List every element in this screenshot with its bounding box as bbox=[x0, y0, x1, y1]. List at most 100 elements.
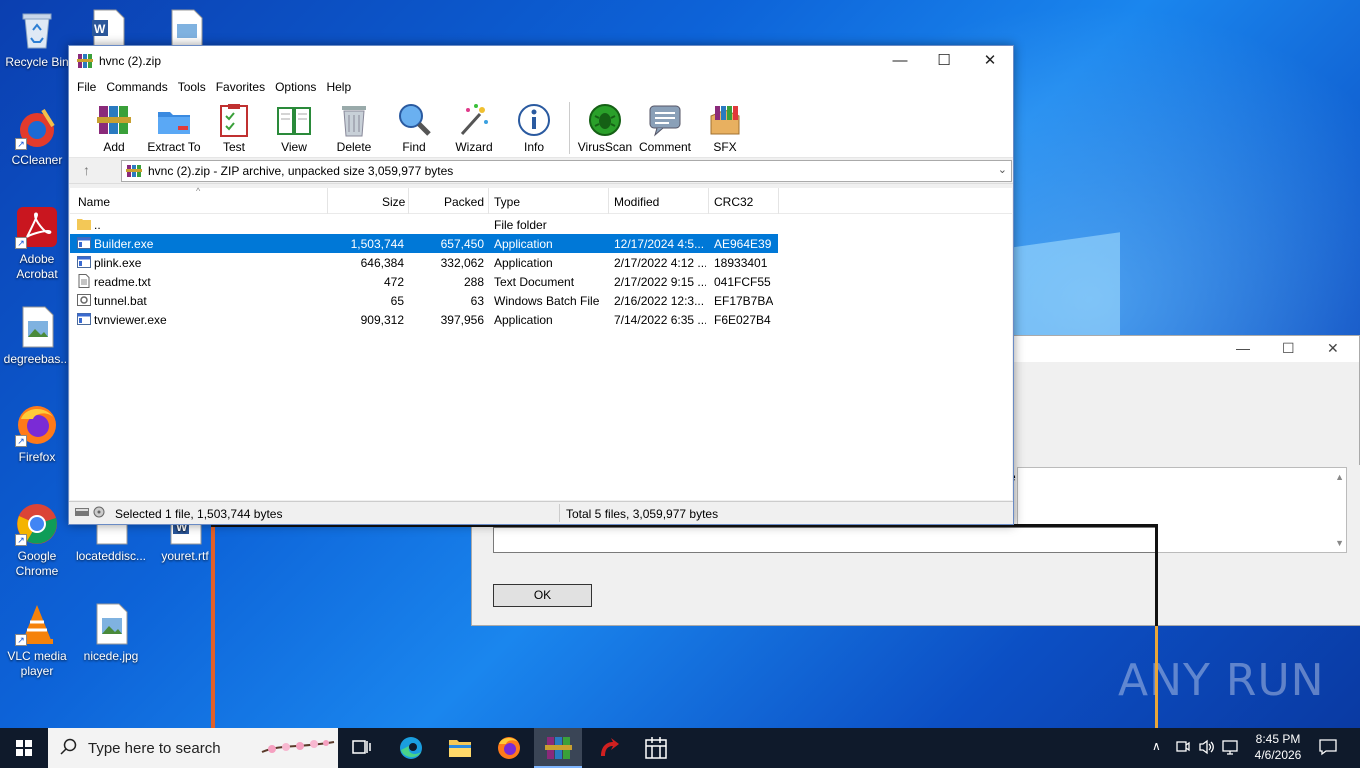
desktop-icon-ccleaner[interactable]: ↗ CCleaner bbox=[0, 106, 74, 168]
tool-label: Find bbox=[402, 140, 426, 154]
desktop-icon-label: Google Chrome bbox=[15, 549, 59, 578]
sfx-icon bbox=[707, 102, 743, 138]
column-modified[interactable]: Modified bbox=[614, 195, 659, 209]
word-document-icon[interactable]: W bbox=[90, 8, 130, 47]
ok-button[interactable]: OK bbox=[493, 584, 592, 607]
desktop-icon-adobe-acrobat[interactable]: ↗ Adobe Acrobat bbox=[0, 205, 74, 282]
dialog-input[interactable] bbox=[493, 527, 1157, 553]
menu-favorites[interactable]: Favorites bbox=[216, 76, 273, 98]
desktop-icon-label: degreebas... bbox=[3, 352, 71, 366]
file-modified: 2/17/2022 9:15 ... bbox=[614, 275, 706, 289]
close-icon[interactable]: ✕ bbox=[1327, 340, 1339, 357]
path-field[interactable]: hvnc (2).zip - ZIP archive, unpacked siz… bbox=[121, 160, 1012, 182]
taskbar-app-red[interactable] bbox=[583, 728, 631, 768]
column-divider[interactable] bbox=[488, 188, 489, 214]
scroll-up-icon[interactable]: ▲ bbox=[1335, 472, 1344, 482]
file-name: Builder.exe bbox=[94, 237, 154, 251]
maximize-icon[interactable]: ☐ bbox=[1282, 340, 1295, 357]
minimize-button[interactable]: — bbox=[877, 50, 923, 72]
taskbar-winrar[interactable] bbox=[534, 728, 582, 768]
maximize-button[interactable]: ☐ bbox=[921, 50, 967, 72]
network-icon[interactable] bbox=[1222, 738, 1240, 759]
desktop-icon-degreebas[interactable]: degreebas... bbox=[0, 305, 74, 367]
column-crc32[interactable]: CRC32 bbox=[714, 195, 753, 209]
sfx-button[interactable]: SFX bbox=[696, 98, 754, 157]
menu-help[interactable]: Help bbox=[326, 76, 359, 98]
background-window-titlebar[interactable]: — ☐ ✕ bbox=[1014, 336, 1359, 362]
column-name[interactable]: Name bbox=[78, 195, 110, 209]
file-packed: 397,956 bbox=[440, 313, 484, 327]
taskbar-edge[interactable] bbox=[387, 728, 435, 768]
view-button[interactable]: View bbox=[265, 98, 323, 157]
up-arrow-icon[interactable]: ↑ bbox=[83, 162, 90, 178]
column-divider[interactable] bbox=[608, 188, 609, 214]
column-divider[interactable] bbox=[327, 188, 328, 214]
file-row-tvnviewer[interactable]: tvnviewer.exe 909,312 397,956 Applicatio… bbox=[70, 310, 778, 329]
desktop-icon-recycle-bin[interactable]: Recycle Bin bbox=[0, 8, 74, 70]
camera-icon[interactable] bbox=[1176, 738, 1190, 759]
start-button[interactable] bbox=[0, 728, 48, 768]
delete-button[interactable]: Delete bbox=[325, 98, 383, 157]
comment-button[interactable]: Comment bbox=[636, 98, 694, 157]
column-divider[interactable] bbox=[708, 188, 709, 214]
column-size[interactable]: Size bbox=[382, 195, 405, 209]
menu-file[interactable]: File bbox=[77, 76, 104, 98]
winrar-window[interactable]: hvnc (2).zip — ☐ ✕ File Commands Tools F… bbox=[68, 45, 1014, 525]
tool-label: Extract To bbox=[147, 140, 201, 154]
list-header: Name ^ Size Packed Type Modified CRC32 bbox=[70, 186, 1012, 214]
file-list[interactable]: Name ^ Size Packed Type Modified CRC32 .… bbox=[70, 186, 1012, 500]
clock[interactable]: 8:45 PM 4/6/2026 bbox=[1248, 731, 1308, 763]
info-button[interactable]: Info bbox=[505, 98, 563, 157]
exe-icon bbox=[77, 255, 91, 269]
notification-icon[interactable] bbox=[1318, 738, 1338, 759]
minimize-icon[interactable]: — bbox=[1236, 340, 1250, 356]
winrar-titlebar[interactable]: hvnc (2).zip — ☐ ✕ bbox=[69, 46, 1013, 76]
close-button[interactable]: ✕ bbox=[967, 50, 1013, 72]
menu-tools[interactable]: Tools bbox=[178, 76, 214, 98]
chevron-down-icon[interactable]: ⌄ bbox=[998, 163, 1007, 176]
extract-to-button[interactable]: Extract To bbox=[145, 98, 203, 157]
desktop-icon-vlc[interactable]: ↗ VLC media player bbox=[0, 602, 74, 679]
watermark: ANY RUN bbox=[1118, 655, 1325, 706]
volume-icon[interactable] bbox=[1198, 738, 1216, 759]
red-arrow-icon bbox=[601, 738, 619, 756]
task-view-icon bbox=[352, 740, 371, 754]
file-row-plink[interactable]: plink.exe 646,384 332,062 Application 2/… bbox=[70, 253, 778, 272]
image-file-icon bbox=[89, 602, 133, 646]
taskbar-firefox[interactable] bbox=[485, 728, 533, 768]
add-button[interactable]: Add bbox=[85, 98, 143, 157]
column-divider[interactable] bbox=[408, 188, 409, 214]
file-row-builder[interactable]: Builder.exe 1,503,744 657,450 Applicatio… bbox=[70, 234, 778, 253]
menu-commands[interactable]: Commands bbox=[106, 76, 175, 98]
desktop-icon-label: VLC media player bbox=[7, 649, 67, 678]
column-divider[interactable] bbox=[778, 188, 779, 214]
file-row-parent[interactable]: .. File folder bbox=[70, 215, 778, 234]
taskbar-file-explorer[interactable] bbox=[436, 728, 484, 768]
file-row-tunnel[interactable]: tunnel.bat 65 63 Windows Batch File 2/16… bbox=[70, 291, 778, 310]
wizard-button[interactable]: Wizard bbox=[445, 98, 503, 157]
chevron-up-icon[interactable]: ∧ bbox=[1152, 739, 1161, 753]
file-name: tunnel.bat bbox=[94, 294, 147, 308]
virusscan-button[interactable]: VirusScan bbox=[576, 98, 634, 157]
tool-label: Delete bbox=[336, 140, 372, 154]
file-size: 1,503,744 bbox=[350, 237, 404, 251]
task-view-button[interactable] bbox=[338, 728, 386, 768]
taskbar-app-building[interactable] bbox=[632, 728, 680, 768]
desktop-icon-google-chrome[interactable]: ↗ Google Chrome bbox=[0, 502, 74, 579]
search-box[interactable]: Type here to search bbox=[48, 728, 338, 768]
column-type[interactable]: Type bbox=[494, 195, 520, 209]
shortcut-arrow-icon: ↗ bbox=[15, 237, 27, 249]
scroll-down-icon[interactable]: ▼ bbox=[1335, 538, 1344, 548]
image-file-icon[interactable] bbox=[168, 8, 208, 47]
folder-icon bbox=[449, 740, 471, 757]
menu-options[interactable]: Options bbox=[275, 76, 324, 98]
find-button[interactable]: Find bbox=[385, 98, 443, 157]
background-window[interactable]: — ☐ ✕ bbox=[1013, 335, 1360, 466]
column-packed[interactable]: Packed bbox=[444, 195, 484, 209]
sort-ascending-icon: ^ bbox=[196, 186, 201, 196]
test-button[interactable]: Test bbox=[205, 98, 263, 157]
desktop-icon-nicede[interactable]: nicede.jpg bbox=[74, 602, 148, 664]
file-packed: 657,450 bbox=[440, 237, 484, 251]
desktop-icon-firefox[interactable]: ↗ Firefox bbox=[0, 403, 74, 465]
file-row-readme[interactable]: readme.txt 472 288 Text Document 2/17/20… bbox=[70, 272, 778, 291]
